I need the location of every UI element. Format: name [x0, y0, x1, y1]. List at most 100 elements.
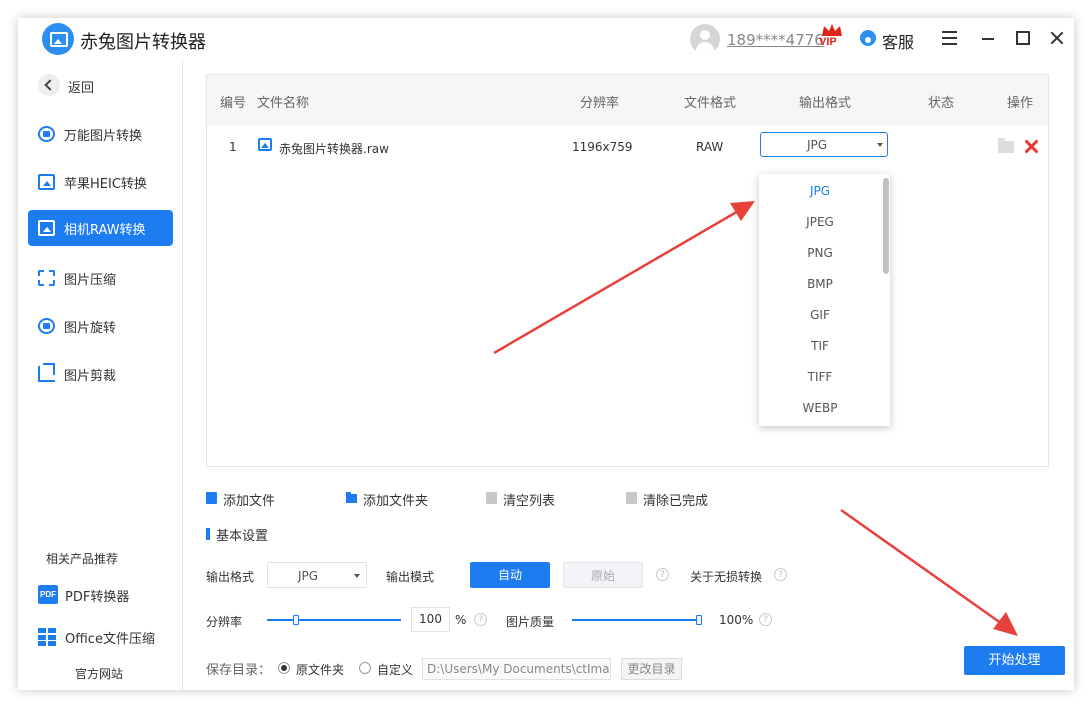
radio-custom-folder[interactable] [359, 662, 371, 674]
resolution-slider-handle[interactable] [293, 615, 300, 625]
output-format-select[interactable]: JPG [760, 132, 888, 157]
resolution-unit: % [455, 613, 467, 627]
column-header: 状态 [928, 96, 955, 111]
pdf-icon: PDF [38, 585, 58, 604]
column-header: 操作 [1007, 96, 1034, 111]
output-format-label: 输出格式 [206, 570, 255, 584]
file-table: 编号 文件名称 分辨率 文件格式 输出格式 状态 操作 1 赤兔图片转换器.ra… [206, 74, 1049, 467]
official-website-link[interactable]: 官方网站 [75, 665, 123, 682]
app-window: 赤兔图片转换器 189****4776 VIP 客服 返回 万能图片转换 苹果H… [18, 18, 1074, 690]
image-file-icon [258, 138, 272, 151]
back-label: 返回 [68, 81, 95, 96]
minimize-icon[interactable] [978, 28, 998, 48]
file-format: RAW [696, 140, 724, 154]
related-products-title: 相关产品推荐 [46, 552, 119, 566]
quality-slider-handle[interactable] [696, 615, 702, 625]
help-icon[interactable]: ? [774, 568, 787, 581]
raw-icon [38, 220, 55, 236]
sidebar-item-label: 苹果HEIC转换 [64, 177, 147, 192]
app-logo-icon [42, 23, 74, 55]
dropdown-option-png[interactable]: PNG [759, 238, 881, 269]
related-item-label: PDF转换器 [65, 590, 130, 605]
caret-down-icon [877, 143, 883, 147]
radio-original-folder-label[interactable]: 原文件夹 [296, 661, 344, 678]
add-folder-icon [346, 492, 357, 503]
dropdown-option-bmp[interactable]: BMP [759, 269, 881, 300]
rotate-icon [38, 318, 55, 334]
app-title: 赤兔图片转换器 [80, 32, 206, 53]
start-processing-button[interactable]: 开始处理 [964, 646, 1065, 675]
help-icon[interactable]: ? [656, 568, 669, 581]
quality-slider[interactable] [572, 619, 702, 621]
related-item-label: Office文件压缩 [65, 632, 155, 647]
row-number: 1 [229, 140, 237, 154]
resolution-input[interactable]: 100 [411, 607, 450, 632]
dropdown-scrollbar[interactable] [883, 178, 889, 274]
help-icon[interactable]: ? [474, 613, 487, 626]
column-header: 文件名称 [257, 96, 310, 111]
dropdown-option-jpeg[interactable]: JPEG [759, 207, 881, 238]
customer-service-icon[interactable] [860, 30, 876, 46]
customer-service-button[interactable]: 客服 [882, 29, 914, 53]
broom-icon [626, 492, 637, 504]
sidebar-item-heic-convert[interactable]: 苹果HEIC转换 [28, 164, 173, 200]
lossless-info-link[interactable]: 关于无损转换 [690, 568, 762, 585]
mode-original-button[interactable]: 原始 [563, 562, 643, 588]
vip-label: VIP [819, 36, 837, 48]
settings-title: 基本设置 [216, 529, 269, 544]
close-icon[interactable] [1048, 28, 1068, 48]
save-path-input[interactable]: D:\Users\My Documents\ctImageC [422, 658, 611, 680]
help-icon[interactable]: ? [759, 613, 772, 626]
radio-custom-folder-label[interactable]: 自定义 [377, 661, 413, 678]
dropdown-option-jpg[interactable]: JPG [759, 176, 881, 207]
sidebar-item-universal-convert[interactable]: 万能图片转换 [28, 116, 173, 152]
menu-icon[interactable] [940, 28, 960, 48]
file-name: 赤兔图片转换器.raw [279, 142, 389, 156]
dropdown-option-webp[interactable]: WEBP [759, 393, 881, 424]
dropdown-option-tif[interactable]: TIF [759, 331, 881, 362]
sidebar-item-label: 相机RAW转换 [64, 223, 146, 238]
office-icon [38, 627, 58, 646]
sidebar: 返回 万能图片转换 苹果HEIC转换 相机RAW转换 图片压缩 图片旋转 图片剪… [18, 60, 183, 690]
delete-icon[interactable] [1023, 137, 1041, 155]
sidebar-item-label: 万能图片转换 [64, 129, 143, 144]
change-directory-button[interactable]: 更改目录 [621, 658, 682, 680]
save-directory-label: 保存目录： [206, 663, 272, 678]
add-file-label: 添加文件 [223, 494, 276, 509]
heic-icon [38, 174, 55, 190]
sidebar-item-rotate[interactable]: 图片旋转 [28, 308, 173, 344]
output-mode-label: 输出模式 [386, 570, 435, 584]
quality-label: 图片质量 [506, 615, 555, 629]
compress-icon [38, 270, 55, 286]
folder-icon[interactable] [998, 138, 1014, 153]
sidebar-item-compress[interactable]: 图片压缩 [28, 260, 173, 296]
title-bar: 赤兔图片转换器 189****4776 VIP 客服 [18, 18, 1074, 60]
clear-list-label: 清空列表 [503, 494, 556, 509]
radio-original-folder[interactable] [278, 662, 290, 674]
output-format-value: JPG [806, 138, 828, 152]
column-header: 分辨率 [580, 96, 620, 111]
add-file-icon [206, 492, 217, 504]
sidebar-item-raw-convert[interactable]: 相机RAW转换 [28, 210, 173, 246]
table-header: 编号 文件名称 分辨率 文件格式 输出格式 状态 操作 [207, 75, 1048, 125]
sidebar-item-label: 图片压缩 [64, 273, 117, 288]
format-dropdown-list: JPG JPEG PNG BMP GIF TIF TIFF WEBP [759, 174, 890, 426]
column-header: 编号 [220, 96, 247, 111]
convert-icon [38, 126, 55, 142]
maximize-icon[interactable] [1013, 28, 1033, 48]
mode-auto-button[interactable]: 自动 [470, 562, 550, 588]
dropdown-option-gif[interactable]: GIF [759, 300, 881, 331]
user-avatar-icon[interactable] [690, 24, 720, 54]
settings-output-format-select[interactable]: JPG [267, 562, 367, 588]
broom-icon [486, 492, 497, 504]
resolution-label: 分辨率 [206, 615, 243, 629]
vip-badge[interactable]: VIP [818, 23, 846, 51]
sidebar-item-crop[interactable]: 图片剪裁 [28, 356, 173, 392]
user-account-link[interactable]: 189****4776 [727, 31, 824, 49]
resolution-slider[interactable] [267, 619, 401, 621]
clear-done-label: 清除已完成 [643, 494, 709, 509]
dropdown-option-tiff[interactable]: TIFF [759, 362, 881, 393]
sidebar-item-label: 图片剪裁 [64, 369, 117, 384]
column-header: 输出格式 [799, 96, 852, 111]
file-resolution: 1196x759 [572, 140, 633, 154]
